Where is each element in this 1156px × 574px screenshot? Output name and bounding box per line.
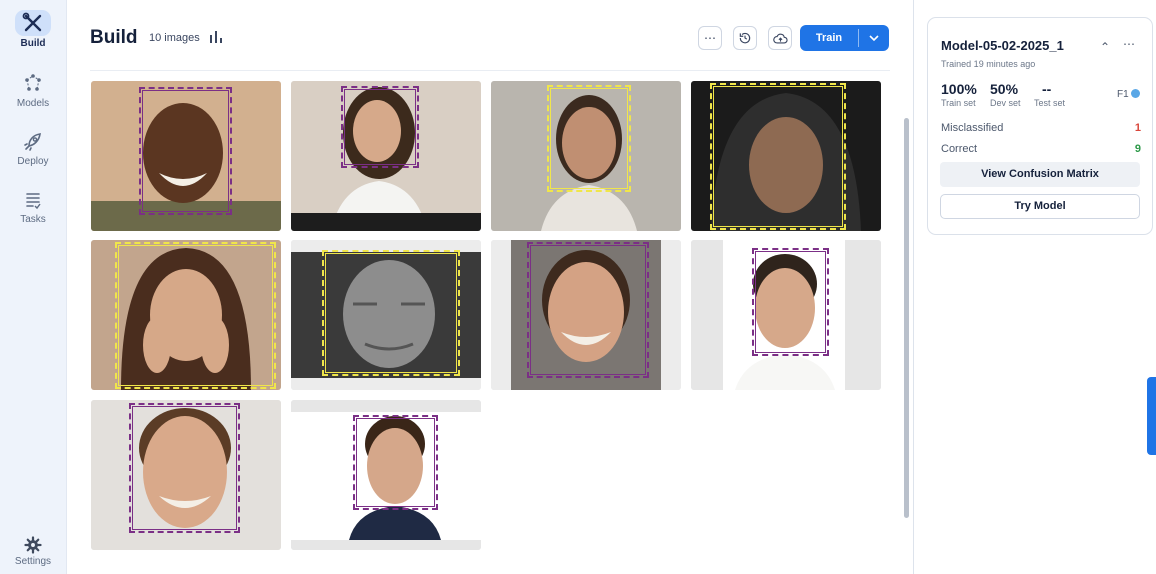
nav-item-settings[interactable]: Settings [0, 536, 66, 567]
annotation-box[interactable] [322, 250, 460, 376]
nav-label-models: Models [16, 98, 50, 109]
metric-dev: 50% Dev set [990, 81, 1021, 108]
nav-label-tasks: Tasks [20, 214, 46, 225]
model-trained-time: Trained 19 minutes ago [941, 59, 1036, 69]
annotation-box[interactable] [353, 415, 438, 510]
annotation-box[interactable] [547, 85, 631, 192]
try-model-button[interactable]: Try Model [940, 194, 1140, 219]
test-set-label: Test set [1034, 98, 1066, 108]
more-icon: ⋯ [704, 31, 716, 45]
side-nav: Build Models Deploy Tasks Settings [0, 0, 67, 574]
annotation-box[interactable] [139, 87, 232, 215]
image-tile[interactable] [291, 400, 481, 550]
annotation-box[interactable] [341, 86, 419, 168]
image-tile[interactable] [491, 81, 681, 231]
upload-button[interactable] [768, 26, 792, 50]
collapse-icon[interactable]: ⌃ [1100, 40, 1110, 54]
image-tile[interactable] [691, 240, 881, 390]
stats-icon[interactable] [209, 31, 223, 43]
train-set-label: Train set [941, 98, 976, 108]
nav-label-deploy: Deploy [17, 156, 49, 167]
task-list-icon [26, 193, 41, 210]
network-icon [25, 74, 41, 91]
image-tile[interactable] [291, 81, 481, 231]
metric-selector[interactable]: F1 [1117, 89, 1129, 100]
image-tile[interactable] [691, 81, 881, 231]
misclassified-row[interactable]: Misclassified 1 [941, 122, 1141, 134]
image-tile[interactable] [491, 240, 681, 390]
annotation-box[interactable] [527, 242, 649, 378]
train-set-value: 100% [941, 81, 977, 97]
nav-item-deploy[interactable]: Deploy [0, 130, 66, 167]
test-set-value: -- [1042, 81, 1052, 97]
image-tile[interactable] [91, 400, 281, 550]
gear-icon [24, 536, 42, 554]
image-count: 10 images [149, 32, 200, 44]
annotation-box[interactable] [752, 248, 829, 356]
history-icon [739, 32, 751, 44]
misclassified-label: Misclassified [941, 122, 1004, 134]
dev-set-value: 50% [990, 81, 1019, 97]
nav-item-tasks[interactable]: Tasks [0, 188, 66, 225]
more-icon[interactable]: ⋯ [1123, 37, 1136, 51]
rocket-icon [24, 133, 41, 151]
metric-train: 100% Train set [941, 81, 977, 108]
page-title: Build [90, 27, 138, 48]
correct-row[interactable]: Correct 9 [941, 143, 1141, 155]
history-button[interactable] [733, 26, 757, 50]
info-icon[interactable] [1131, 89, 1140, 98]
train-options-dropdown[interactable] [859, 25, 889, 51]
train-button[interactable]: Train [800, 25, 889, 51]
nav-item-models[interactable]: Models [0, 72, 66, 109]
more-options-button[interactable]: ⋯ [698, 26, 722, 50]
annotation-box[interactable] [115, 242, 276, 389]
build-workspace: Build 10 images ⋯ Train [66, 0, 913, 574]
chevron-down-icon [869, 34, 879, 41]
image-tile[interactable] [91, 81, 281, 231]
misclassified-count: 1 [1134, 122, 1141, 134]
image-tile[interactable] [291, 240, 481, 390]
feedback-tab[interactable] [1147, 377, 1156, 455]
annotation-box[interactable] [710, 83, 846, 230]
nav-label-build: Build [20, 38, 46, 49]
image-tile[interactable] [91, 240, 281, 390]
cloud-upload-icon [772, 33, 788, 43]
view-confusion-matrix-button[interactable]: View Confusion Matrix [940, 162, 1140, 187]
dev-set-label: Dev set [990, 98, 1021, 108]
annotation-box[interactable] [129, 403, 240, 533]
metric-test: -- Test set [1034, 81, 1065, 108]
tools-icon [22, 12, 42, 32]
train-label: Train [815, 32, 843, 44]
model-card: Model-05-02-2025_1 Trained 19 minutes ag… [927, 17, 1153, 235]
model-name: Model-05-02-2025_1 [941, 38, 1064, 53]
correct-count: 9 [1134, 143, 1141, 155]
scrollbar[interactable] [904, 118, 909, 518]
nav-label-settings: Settings [14, 556, 52, 567]
correct-label: Correct [941, 143, 978, 155]
nav-item-build[interactable]: Build [0, 10, 66, 49]
